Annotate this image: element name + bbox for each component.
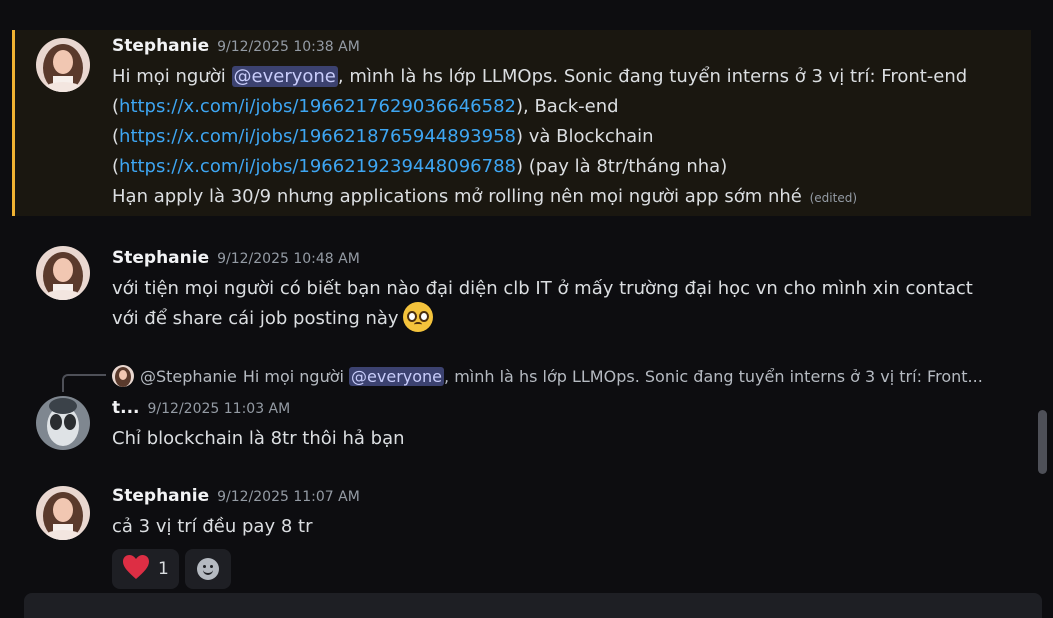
text: ( [112,126,120,147]
message-header: Stephanie 9/12/2025 10:38 AM [112,36,360,58]
add-reaction-button[interactable] [184,549,231,589]
message-line: (https://x.com/i/jobs/196621923944809678… [112,152,1012,182]
reaction-count: 1 [158,559,169,579]
message-header: Stephanie 9/12/2025 11:07 AM [112,486,360,508]
avatar[interactable] [36,246,90,300]
message-line: với tiện mọi người có biết bạn nào đại d… [112,278,973,299]
author-name[interactable]: Stephanie [112,486,209,506]
add-reaction-icon [196,558,219,580]
text: Hi mọi người [112,66,232,87]
timestamp[interactable]: 9/12/2025 10:48 AM [217,251,360,267]
timestamp[interactable]: 9/12/2025 11:07 AM [217,489,360,505]
author-name[interactable]: Stephanie [112,248,209,268]
author-name[interactable]: Stephanie [112,36,209,56]
message-line: (https://x.com/i/jobs/196621762903664658… [112,92,1012,122]
message-line: Chỉ blockchain là 8tr thôi hả bạn [112,428,405,449]
mention-everyone[interactable]: @everyone [231,66,338,87]
message-line: cả 3 vị trí đều pay 8 tr [112,516,313,537]
avatar[interactable] [36,486,90,540]
text: Hạn apply là 30/9 nhưng applications mở … [112,186,802,207]
message-content: cả 3 vị trí đều pay 8 tr [112,512,1012,542]
message-line: với để share cái job posting này [112,302,1012,334]
text: Hi mọi người [242,366,350,386]
text: ) và Blockchain [515,126,654,147]
job-link-frontend[interactable]: https://x.com/i/jobs/1966217629036646582 [119,96,516,117]
heart-icon [122,554,150,584]
message-line: (https://x.com/i/jobs/196621876594489395… [112,122,1012,152]
text: ), Back-end [515,96,619,117]
job-link-blockchain[interactable]: https://x.com/i/jobs/1966219239448096788 [119,156,516,177]
text: ( [112,156,120,177]
author-name[interactable]: t... [112,398,140,418]
job-link-backend[interactable]: https://x.com/i/jobs/1966218765944893958 [119,126,516,147]
message[interactable]: Stephanie 9/12/2025 11:07 AM cả 3 vị trí … [0,478,1032,548]
reaction-heart[interactable]: 1 [112,549,179,589]
message-header: t... 9/12/2025 11:03 AM [112,398,290,420]
message[interactable]: Stephanie 9/12/2025 10:48 AM với tiện mọi… [0,240,1032,340]
message-content: Chỉ blockchain là 8tr thôi hả bạn [112,424,1012,454]
timestamp[interactable]: 9/12/2025 11:03 AM [148,401,291,417]
message-line: Hi mọi người @everyone, mình là hs lớp L… [112,62,1012,92]
mention-everyone[interactable]: @everyone [349,366,445,386]
message-header: Stephanie 9/12/2025 10:48 AM [112,248,360,270]
reply-connector [62,374,106,392]
message-composer[interactable] [24,593,1042,618]
timestamp[interactable]: 9/12/2025 10:38 AM [217,39,360,55]
message-content: với tiện mọi người có biết bạn nào đại d… [112,274,1012,334]
reply-author[interactable]: @Stephanie [140,367,237,386]
reactions-bar: 1 [112,549,231,589]
message-content: Hi mọi người @everyone, mình là hs lớp L… [112,62,1012,213]
pleading-face-emoji[interactable] [402,302,433,332]
edited-label: (edited) [809,191,858,205]
avatar[interactable] [36,396,90,450]
chat-window: Stephanie 9/12/2025 10:38 AM Hi mọi người… [0,0,1053,618]
reply-avatar [112,365,134,387]
text: với để share cái job posting này [112,308,399,329]
message-line: Hạn apply là 30/9 nhưng applications mở … [112,182,1012,213]
scrollbar-thumb[interactable] [1038,410,1047,474]
avatar[interactable] [36,38,90,92]
message-highlighted[interactable]: Stephanie 9/12/2025 10:38 AM Hi mọi người… [12,30,1031,216]
text: , mình là hs lớp LLMOps. Sonic đang tuyể… [444,366,983,386]
reply-text: Hi mọi người @everyone, mình là hs lớp L… [242,366,983,386]
text: ) (pay là 8tr/tháng nha) [515,156,728,177]
text: , mình là hs lớp LLMOps. Sonic đang tuyể… [337,66,968,87]
text: ( [112,96,120,117]
message[interactable]: t... 9/12/2025 11:03 AM Chỉ blockchain là… [0,392,1032,462]
reply-reference[interactable]: @Stephanie Hi mọi người @everyone, mình … [112,364,1012,388]
